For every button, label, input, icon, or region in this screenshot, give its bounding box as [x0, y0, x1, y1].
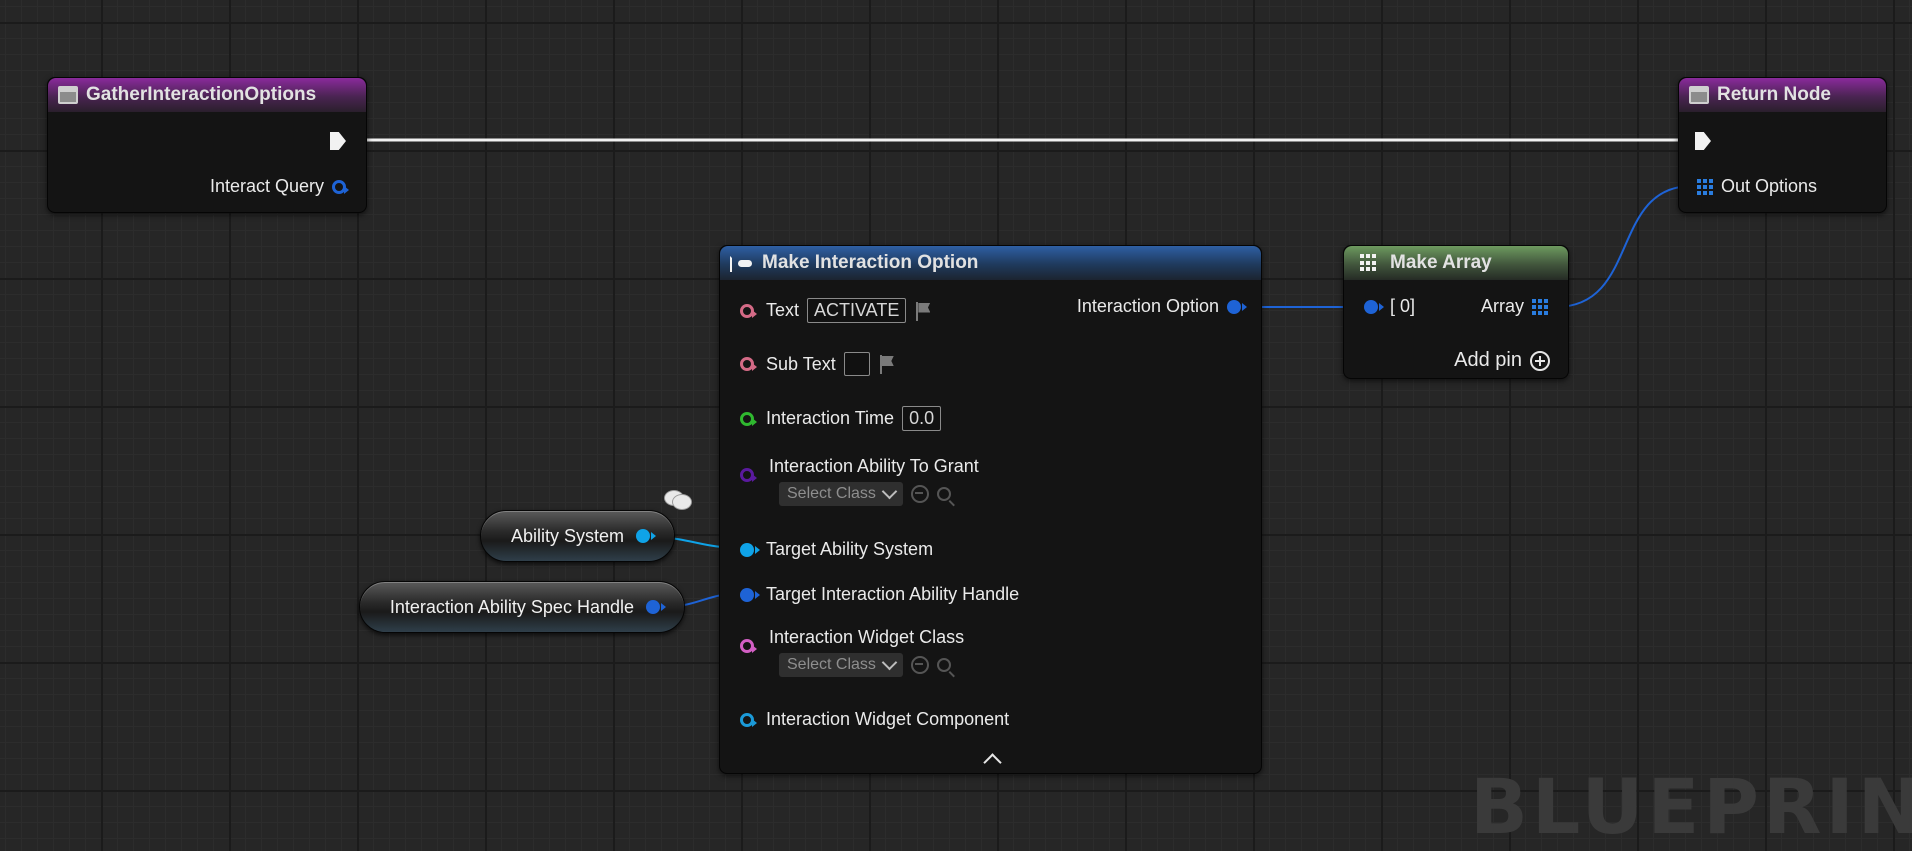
ability-to-grant-select-row: Select Class	[779, 482, 951, 506]
interaction-time-label: Interaction Time	[766, 408, 895, 428]
chevron-down-icon	[881, 654, 898, 671]
widget-class-dropdown-value: Select Class	[787, 656, 876, 673]
subtext-value-input[interactable]	[843, 352, 870, 376]
interaction-option-pin[interactable]	[1227, 299, 1247, 314]
interaction-option-output-row[interactable]: Interaction Option	[1076, 296, 1247, 317]
array-output-label: Array	[1480, 296, 1524, 316]
widget-component-pin[interactable]	[740, 712, 757, 727]
out-options-label: Out Options	[1721, 176, 1818, 196]
widget-class-select-row: Select Class	[779, 653, 951, 677]
entry-node[interactable]: GatherInteractionOptions Interact Query	[47, 77, 367, 213]
add-pin-button[interactable]: Add pin	[1454, 349, 1550, 372]
make-array-icon	[1354, 254, 1382, 272]
ability-system-variable-pin[interactable]	[636, 529, 656, 543]
browse-search-icon[interactable]	[936, 658, 951, 672]
make-array-header[interactable]: Make Array	[1344, 246, 1568, 280]
target-handle-label: Target Interaction Ability Handle	[766, 584, 1020, 604]
ability-to-grant-label-row: Interaction Ability To Grant	[769, 456, 979, 477]
ability-class-dropdown-value: Select Class	[787, 485, 876, 502]
make-struct-icon	[730, 254, 754, 272]
ability-system-variable-label: Ability System	[510, 525, 624, 546]
subtext-pin[interactable]	[740, 357, 757, 371]
browse-search-icon[interactable]	[936, 487, 951, 501]
interact-query-pin[interactable]	[332, 179, 349, 194]
text-pin-row[interactable]: Text ACTIVATE	[740, 298, 932, 323]
interact-query-pin-row[interactable]: Interact Query	[209, 176, 349, 197]
spec-handle-variable-node[interactable]: Interaction Ability Spec Handle	[359, 581, 685, 633]
array-pin-icon[interactable]	[1532, 298, 1548, 315]
chevron-down-icon	[881, 483, 898, 500]
target-handle-pin-row[interactable]: Target Interaction Ability Handle	[740, 584, 1019, 605]
function-icon	[58, 86, 78, 104]
target-ability-system-pin[interactable]	[740, 542, 760, 557]
localization-flag-icon[interactable]	[914, 301, 932, 321]
widget-class-dropdown[interactable]: Select Class	[779, 653, 903, 677]
widget-component-pin-row[interactable]: Interaction Widget Component	[740, 709, 1009, 730]
ability-class-dropdown[interactable]: Select Class	[779, 482, 903, 506]
array-to-out-options-wire[interactable]	[1555, 185, 1693, 308]
spec-handle-variable-label: Interaction Ability Spec Handle	[389, 596, 634, 617]
widget-class-label-row: Interaction Widget Class	[769, 627, 964, 648]
make-array-node[interactable]: Make Array [ 0] Array Add pin	[1343, 245, 1569, 379]
interaction-option-label: Interaction Option	[1076, 296, 1219, 316]
interaction-time-pin-row[interactable]: Interaction Time 0.0	[740, 406, 942, 431]
make-array-title: Make Array	[1390, 252, 1492, 273]
spec-handle-variable-pin[interactable]	[646, 600, 666, 614]
localization-flag-icon[interactable]	[878, 354, 896, 374]
make-struct-header[interactable]: Make Interaction Option	[720, 246, 1261, 280]
make-struct-title: Make Interaction Option	[762, 252, 979, 273]
interaction-time-input[interactable]: 0.0	[902, 406, 942, 431]
exec-out-pin[interactable]	[330, 132, 346, 150]
add-pin-label: Add pin	[1454, 349, 1522, 371]
ability-to-grant-label: Interaction Ability To Grant	[769, 456, 979, 476]
ability-system-variable-node[interactable]: Ability System	[480, 510, 675, 562]
entry-node-title: GatherInteractionOptions	[86, 84, 317, 105]
widget-class-pin-row[interactable]	[740, 639, 757, 653]
return-node-title: Return Node	[1717, 84, 1831, 105]
text-pin[interactable]	[740, 303, 757, 318]
array-element-0-pin[interactable]	[1364, 299, 1384, 314]
out-options-pin-row[interactable]: Out Options	[1697, 176, 1817, 197]
subtext-pin-row[interactable]: Sub Text	[740, 352, 896, 376]
widget-class-label: Interaction Widget Class	[769, 627, 965, 647]
return-node-header[interactable]: Return Node	[1679, 78, 1886, 112]
interact-query-label: Interact Query	[209, 176, 324, 196]
target-ability-system-label: Target Ability System	[766, 539, 934, 559]
array-pin-icon[interactable]	[1697, 178, 1713, 195]
blueprint-watermark: BLUEPRINT	[1470, 762, 1912, 851]
ability-to-grant-pin[interactable]	[740, 468, 757, 482]
text-value-input[interactable]: ACTIVATE	[807, 298, 907, 323]
interaction-time-pin[interactable]	[740, 411, 757, 426]
target-ability-system-pin-row[interactable]: Target Ability System	[740, 539, 933, 560]
target-handle-pin[interactable]	[740, 587, 760, 602]
subtext-label: Sub Text	[766, 353, 836, 374]
make-interaction-option-node[interactable]: Make Interaction Option Interaction Opti…	[719, 245, 1262, 774]
comment-bubble-icon[interactable]	[664, 488, 692, 510]
array-output-row[interactable]: Array	[1481, 296, 1548, 317]
text-label: Text	[766, 300, 800, 320]
array-element-0-row[interactable]: [ 0]	[1364, 296, 1415, 317]
function-icon	[1689, 86, 1709, 104]
add-pin-icon	[1530, 350, 1550, 371]
array-element-0-label: [ 0]	[1390, 296, 1416, 316]
exec-in-pin[interactable]	[1695, 132, 1711, 150]
entry-node-header[interactable]: GatherInteractionOptions	[48, 78, 366, 112]
chevron-up-icon[interactable]	[983, 753, 1002, 772]
widget-class-pin[interactable]	[740, 639, 757, 653]
return-node[interactable]: Return Node Out Options	[1678, 77, 1887, 213]
ability-to-grant-pin-row[interactable]	[740, 468, 757, 482]
use-selected-icon[interactable]	[910, 656, 929, 674]
use-selected-icon[interactable]	[910, 485, 929, 503]
widget-component-label: Interaction Widget Component	[766, 709, 1010, 729]
